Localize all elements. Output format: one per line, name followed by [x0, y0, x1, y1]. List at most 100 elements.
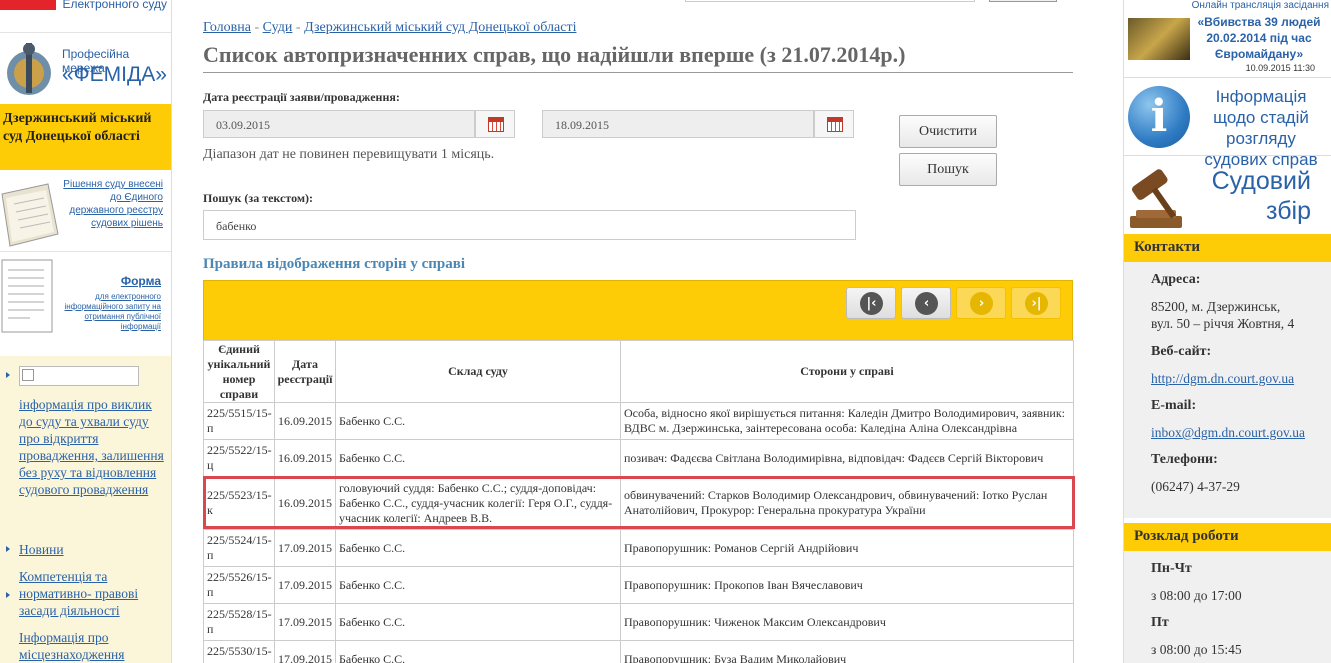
- date-to-input[interactable]: 18.09.2015: [542, 110, 814, 138]
- cell-case-number: 225/5523/15-к: [203, 476, 275, 530]
- cell-court-composition: Бабенко С.С.: [335, 603, 621, 641]
- menu-item-news[interactable]: Новини: [19, 541, 164, 558]
- schedule-hours: з 08:00 до 17:00: [1151, 588, 1242, 603]
- chevron-right-icon: ›: [970, 292, 993, 315]
- next-page-button[interactable]: ›: [956, 287, 1006, 319]
- cell-case-number: 225/5526/15-п: [203, 566, 275, 604]
- table-row: 225/5515/15-п 16.09.2015 Бабенко С.С. Ос…: [203, 402, 1074, 440]
- broken-image: [19, 366, 139, 386]
- gavel-icon: [1130, 169, 1182, 228]
- table-row: 225/5522/15-ц 16.09.2015 Бабенко С.С. по…: [203, 439, 1074, 477]
- calendar-icon: [827, 117, 843, 132]
- column-header-date: Дата реєстрації: [274, 340, 336, 403]
- prev-page-button[interactable]: ‹: [901, 287, 951, 319]
- cell-date: 17.09.2015: [274, 529, 336, 567]
- column-header-case-number: Єдиний унікальний номер справи: [203, 340, 275, 403]
- calendar-icon: [488, 117, 504, 132]
- breadcrumb-court[interactable]: Дзержинський міський суд Донецької облас…: [304, 20, 576, 35]
- femida-banner[interactable]: Професійна мережа «ФЕМІДА»: [0, 32, 171, 104]
- first-page-button[interactable]: |‹: [846, 287, 896, 319]
- table-row: 225/5526/15-п 17.09.2015 Бабенко С.С. Пр…: [203, 566, 1074, 604]
- cell-case-number: 225/5528/15-п: [203, 603, 275, 641]
- schedule-days: Пн-Чт: [1151, 561, 1192, 576]
- broadcast-date: 10.09.2015 11:30: [1245, 63, 1315, 73]
- online-broadcast-banner[interactable]: Онлайн трансляція засідання «Вбивства 39…: [1124, 0, 1331, 78]
- phone-value: (06247) 4-37-29: [1151, 479, 1240, 494]
- contacts-box: Адреса: 85200, м. Дзержинськ, вул. 50 – …: [1124, 262, 1331, 518]
- table-row: 225/5530/15-п 17.09.2015 Бабенко С.С. Пр…: [203, 640, 1074, 663]
- cell-date: 16.09.2015: [274, 439, 336, 477]
- breadcrumb-home[interactable]: Головна: [203, 20, 251, 35]
- breadcrumb: Головна - Суди - Дзержинський міський су…: [203, 20, 577, 35]
- schedule-title: Розклад роботи: [1124, 523, 1331, 551]
- court-fee-banner[interactable]: Судовий збір: [1124, 156, 1331, 234]
- cell-date: 17.09.2015: [274, 640, 336, 663]
- ecourt-label: Електронного суду: [62, 0, 167, 11]
- info-request-form-banner[interactable]: Форма для електронного інформаційного за…: [0, 252, 171, 350]
- info-icon: i: [1128, 86, 1190, 148]
- pagination-bar: |‹ ‹ › ›|: [203, 280, 1073, 340]
- schedule-box: Пн-Чт з 08:00 до 17:00 Пт з 08:00 до 15:…: [1124, 551, 1331, 663]
- cell-date: 16.09.2015: [274, 402, 336, 440]
- menu-item-location[interactable]: Інформація про місцезнаходження: [19, 629, 164, 663]
- right-sidebar: Онлайн трансляція засідання «Вбивства 39…: [1123, 0, 1331, 663]
- phone-label: Телефони:: [1151, 452, 1218, 467]
- text-search-input[interactable]: бабенко: [203, 210, 856, 240]
- date-label: Дата реєстрації заяви/провадження:: [203, 90, 400, 104]
- clear-button[interactable]: Очистити: [899, 115, 997, 148]
- menu-item-competence[interactable]: Компетенція та нормативно- правові засад…: [19, 568, 164, 619]
- table-header-row: Єдиний унікальний номер справи Дата реєс…: [203, 340, 1074, 403]
- decisions-link[interactable]: Рішення суду внесені до Єдиного державно…: [63, 178, 163, 230]
- chevron-left-icon: ‹: [915, 292, 938, 315]
- menu-bullet-icon: [6, 592, 10, 598]
- court-fee-text: Судовий збір: [1211, 167, 1311, 225]
- table-row: 225/5524/15-п 17.09.2015 Бабенко С.С. Пр…: [203, 529, 1074, 567]
- date-to-calendar-button[interactable]: [814, 110, 854, 138]
- search-button[interactable]: Пошук: [899, 153, 997, 186]
- book-icon: [1, 183, 59, 247]
- cell-parties: Особа, відносно якої вирішується питання…: [620, 402, 1074, 440]
- form-subtitle[interactable]: для електронного інформаційного запиту н…: [51, 292, 162, 332]
- cell-court-composition: Бабенко С.С.: [335, 439, 621, 477]
- cell-court-composition: Бабенко С.С.: [335, 529, 621, 567]
- address-line1: 85200, м. Дзержинськ,: [1151, 299, 1281, 314]
- date-from-calendar-button[interactable]: [475, 110, 515, 138]
- table-row: 225/5528/15-п 17.09.2015 Бабенко С.С. Пр…: [203, 603, 1074, 641]
- ecourt-banner[interactable]: Електронного суду: [0, 0, 171, 32]
- form-title[interactable]: Форма: [121, 274, 161, 288]
- left-menu: інформація про виклик до суду та ухвали …: [0, 356, 171, 663]
- menu-bullet-icon: [6, 372, 10, 378]
- menu-item-court-summons[interactable]: інформація про виклик до суду та ухвали …: [19, 396, 164, 498]
- column-header-parties: Сторони у справі: [620, 340, 1074, 403]
- email-label: E-mail:: [1151, 398, 1197, 413]
- email-link[interactable]: inbox@dgm.dn.court.gov.ua: [1151, 425, 1305, 441]
- femida-line2: «ФЕМІДА»: [62, 63, 167, 86]
- court-name: Дзержинський міський суд Донецької облас…: [0, 104, 171, 170]
- ecourt-logo: [0, 0, 56, 10]
- cell-date: 17.09.2015: [274, 603, 336, 641]
- broadcast-thumbnail: [1128, 18, 1190, 60]
- cell-court-composition: головуючий суддя: Бабенко С.С.; суддя-до…: [335, 476, 621, 530]
- site-search-button[interactable]: [989, 0, 1057, 2]
- broadcast-title: «Вбивства 39 людей 20.02.2014 під час Єв…: [1197, 15, 1321, 61]
- date-range-hint: Діапазон дат не повинен перевищувати 1 м…: [203, 147, 495, 162]
- date-from-input[interactable]: 03.09.2015: [203, 110, 475, 138]
- cell-case-number: 225/5522/15-ц: [203, 439, 275, 477]
- website-link[interactable]: http://dgm.dn.court.gov.ua: [1151, 371, 1294, 387]
- address-line2: вул. 50 – річчя Жовтня, 4: [1151, 316, 1295, 331]
- breadcrumb-courts[interactable]: Суди: [263, 20, 293, 35]
- text-search-label: Пошук (за текстом):: [203, 191, 314, 205]
- party-display-rules-link[interactable]: Правила відображення сторін у справі: [203, 256, 465, 273]
- last-page-button[interactable]: ›|: [1011, 287, 1061, 319]
- cell-parties: обвинувачений: Старков Володимир Олексан…: [620, 476, 1074, 530]
- left-sidebar: Електронного суду Професійна мережа «ФЕМ…: [0, 0, 172, 663]
- case-stages-banner[interactable]: i Інформація щодо стадій розгляду судови…: [1124, 78, 1331, 169]
- page-title: Список автопризначенних справ, що надійш…: [203, 42, 1073, 73]
- decisions-registry-banner[interactable]: Рішення суду внесені до Єдиного державно…: [0, 170, 171, 252]
- table-row-highlighted: 225/5523/15-к 16.09.2015 головуючий судд…: [203, 476, 1074, 530]
- first-page-icon: |‹: [860, 292, 883, 315]
- site-search-input[interactable]: [685, 0, 975, 2]
- cell-parties: позивач: Фадєєва Світлана Володимирівна,…: [620, 439, 1074, 477]
- cell-case-number: 225/5530/15-п: [203, 640, 275, 663]
- cell-parties: Правопорушник: Чиженок Максим Олександро…: [620, 603, 1074, 641]
